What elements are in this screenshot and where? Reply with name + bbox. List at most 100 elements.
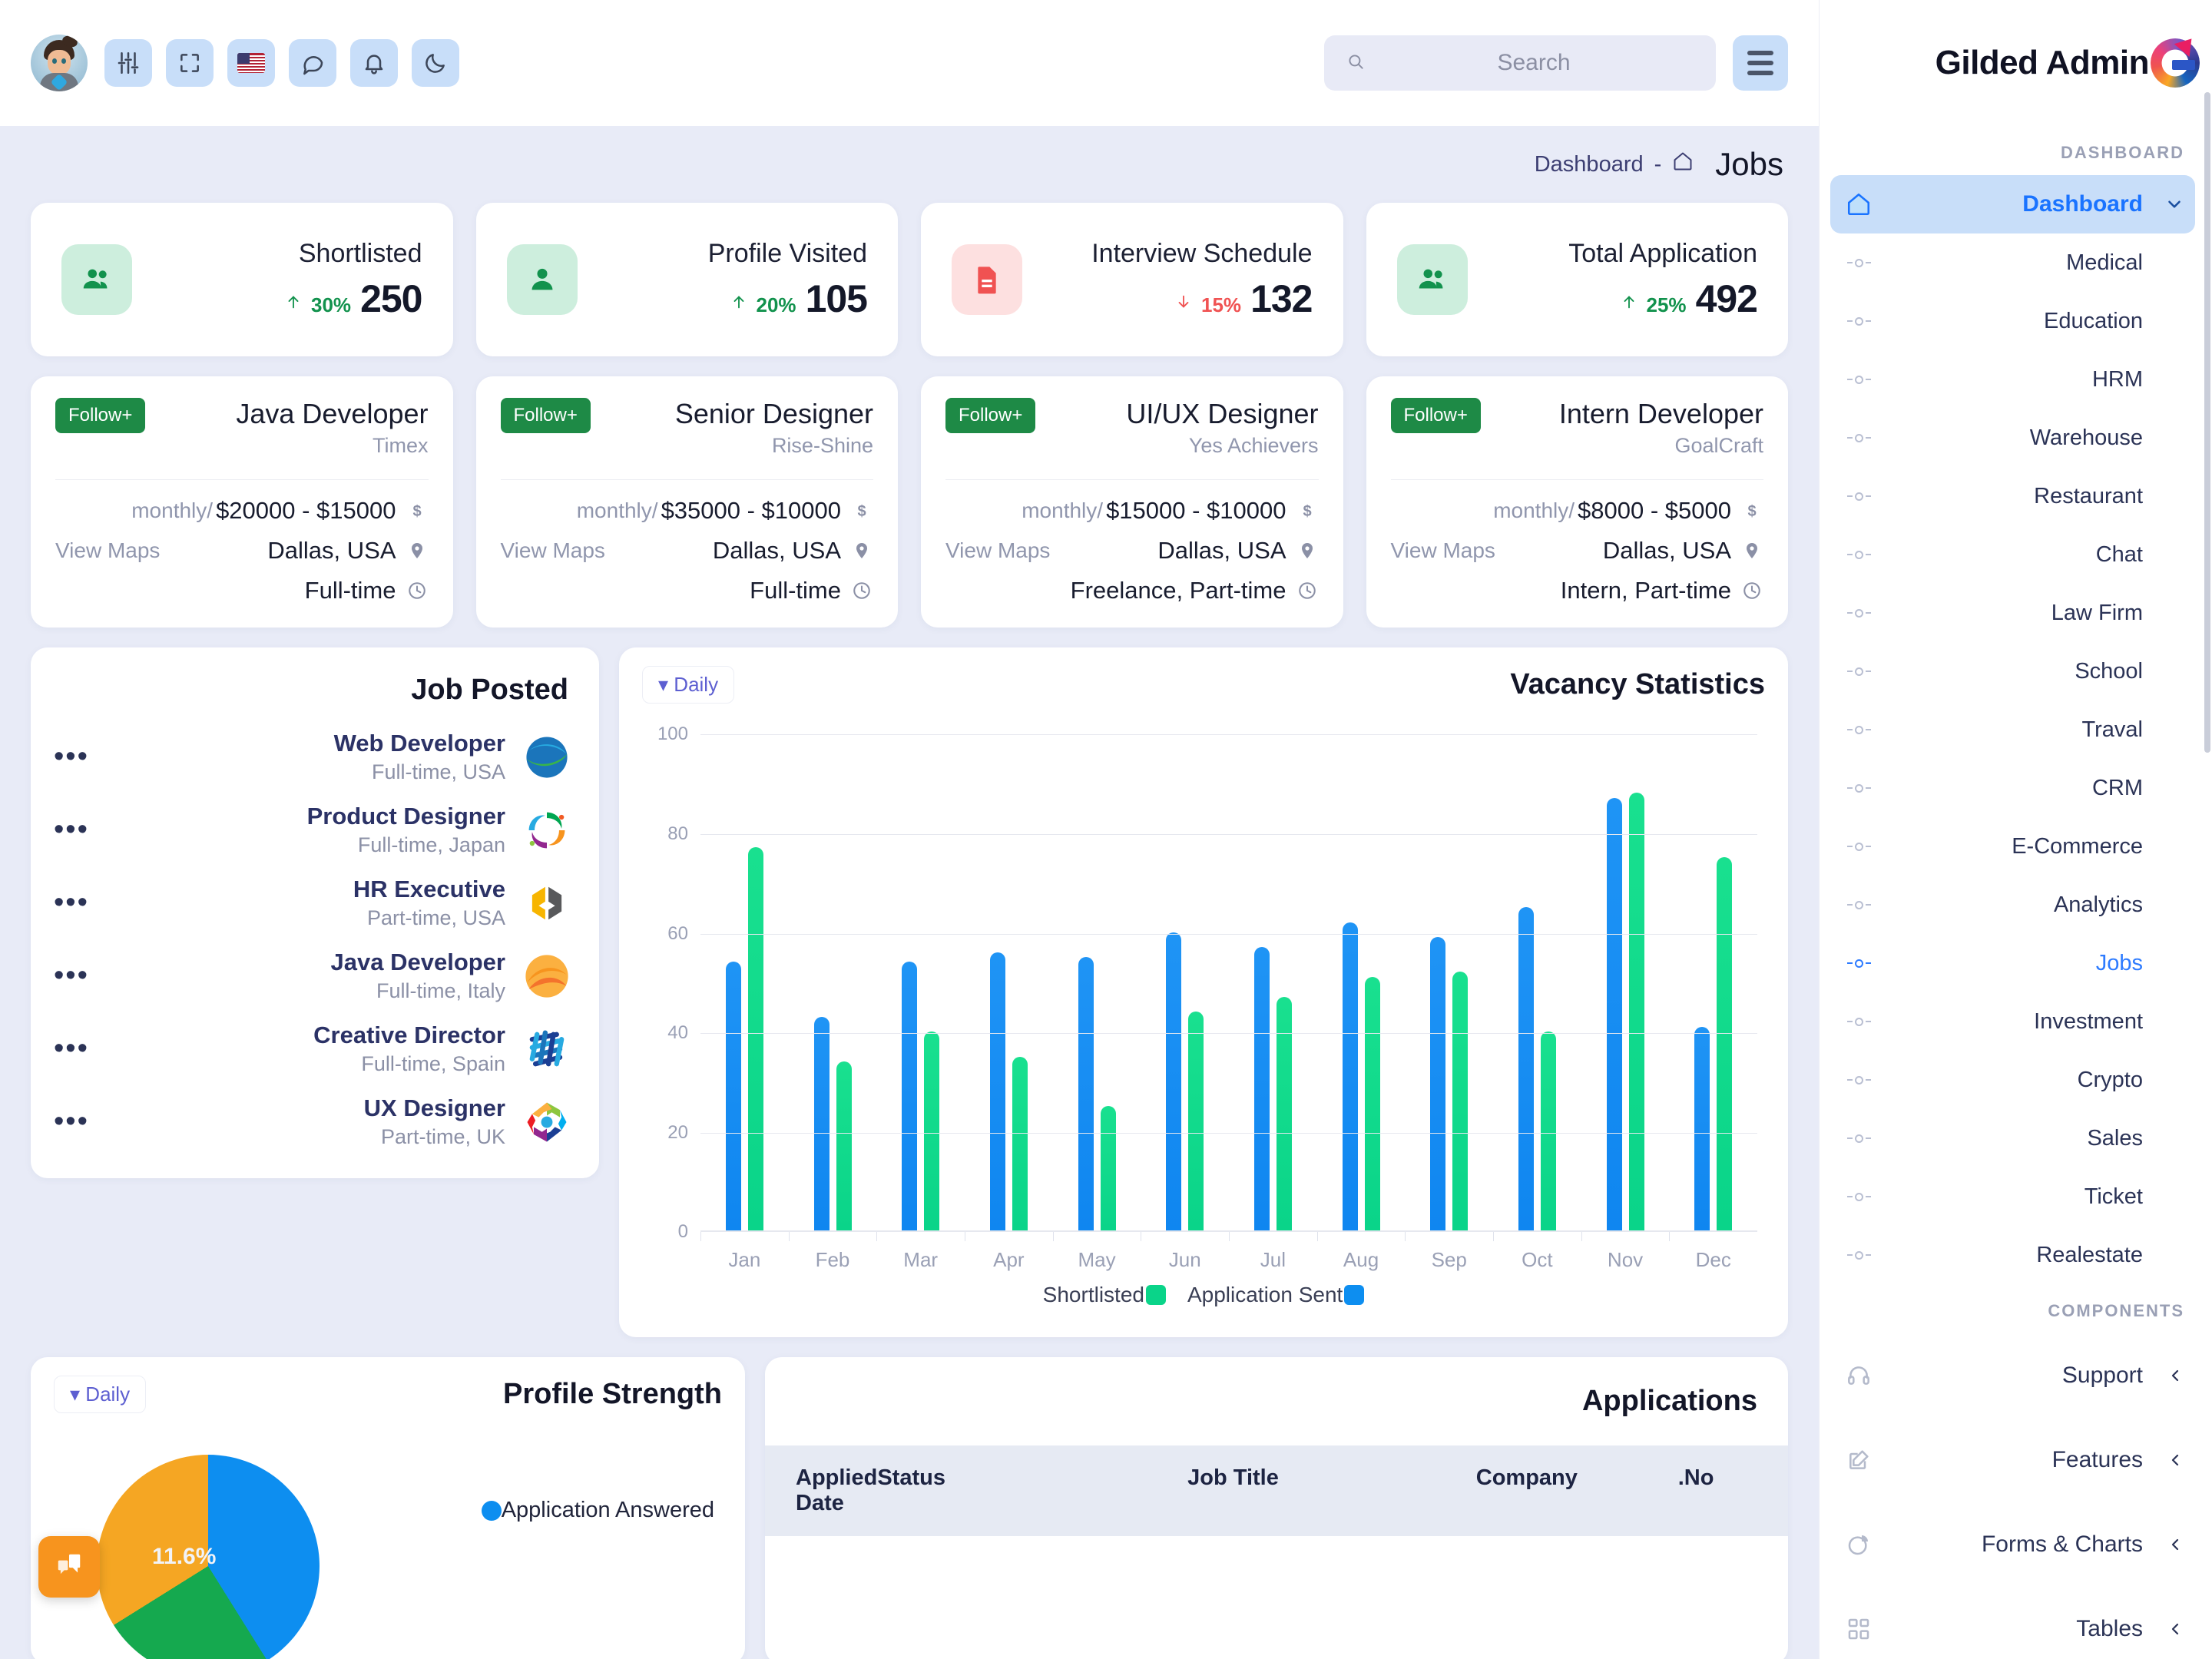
hamburger-icon-button[interactable]	[1733, 35, 1788, 91]
view-maps-link[interactable]: View Maps	[501, 538, 605, 563]
follow-button[interactable]: Follow+	[55, 398, 146, 433]
vacancy-period-filter[interactable]: ▾ Daily	[642, 666, 735, 704]
job-posted-item[interactable]: ••• Java Developer Full-time, Italy	[54, 939, 573, 1012]
bar-application-sent[interactable]	[1253, 947, 1270, 1231]
bar-application-sent[interactable]	[1078, 957, 1094, 1231]
bar-application-sent[interactable]	[1694, 1026, 1710, 1231]
sidebar-item-dashboard[interactable]: Dashboard	[1830, 175, 2195, 233]
job-card-ui-ux-designer[interactable]: Follow+ UI/UX Designer Yes Achievers monthl…	[921, 376, 1343, 628]
sidebar-item-chat[interactable]: Chat	[1820, 525, 2212, 584]
item-menu-button[interactable]: •••	[54, 1107, 89, 1136]
stat-card-total-application[interactable]: Total Application 25% 492	[1366, 203, 1788, 356]
avatar[interactable]	[31, 35, 88, 91]
sidebar-item-education[interactable]: Education	[1820, 292, 2212, 350]
view-maps-link[interactable]: View Maps	[1391, 538, 1495, 563]
view-maps-link[interactable]: View Maps	[945, 538, 1050, 563]
breadcrumb-link-dashboard[interactable]: Dashboard	[1535, 152, 1644, 177]
bar-shortlisted[interactable]	[1452, 972, 1469, 1231]
item-menu-button[interactable]: •••	[54, 1034, 89, 1063]
column-header[interactable]: Status	[877, 1465, 1187, 1516]
job-posted-item[interactable]: ••• UX Designer Part-time, UK	[54, 1085, 573, 1158]
sidebar-item-crm[interactable]: CRM	[1820, 759, 2212, 817]
sidebar-item-realestate[interactable]: Realestate	[1820, 1226, 2212, 1284]
sidebar-item-ticket[interactable]: Ticket	[1820, 1167, 2212, 1226]
brand-logo[interactable]: Gilded Admin	[1820, 0, 2212, 126]
bar-shortlisted[interactable]	[924, 1031, 940, 1231]
bar-application-sent[interactable]	[1518, 907, 1534, 1231]
sidebar-item-law-firm[interactable]: Law Firm	[1820, 584, 2212, 642]
bar-application-sent[interactable]	[1606, 797, 1622, 1231]
sidebar-scrollbar[interactable]	[2204, 92, 2210, 753]
legend-item[interactable]: Shortlisted	[1043, 1283, 1166, 1307]
search-box[interactable]	[1324, 35, 1716, 91]
sidebar-item-support[interactable]: Support	[1820, 1333, 2212, 1418]
follow-button[interactable]: Follow+	[500, 398, 591, 433]
fullscreen-icon-button[interactable]	[166, 39, 214, 87]
sidebar-item-features[interactable]: Features	[1820, 1418, 2212, 1502]
follow-button[interactable]: Follow+	[945, 398, 1036, 433]
home-icon[interactable]	[1672, 151, 1694, 178]
view-maps-link[interactable]: View Maps	[55, 538, 160, 563]
bar-application-sent[interactable]	[1166, 932, 1182, 1231]
job-card-java-developer[interactable]: Follow+ Java Developer Timex monthly/$20000…	[31, 376, 453, 628]
sliders-icon-button[interactable]	[104, 39, 152, 87]
moon-icon-button[interactable]	[412, 39, 459, 87]
bar-application-sent[interactable]	[902, 962, 918, 1231]
job-posted-item[interactable]: ••• Product Designer Full-time, Japan	[54, 793, 573, 866]
search-input[interactable]	[1373, 50, 1694, 76]
bar-application-sent[interactable]	[1342, 922, 1358, 1231]
bar-application-sent[interactable]	[813, 1016, 830, 1231]
bar-shortlisted[interactable]	[1540, 1031, 1556, 1231]
column-header[interactable]: Job Title	[1187, 1465, 1476, 1516]
job-posted-item[interactable]: ••• HR Executive Part-time, USA	[54, 866, 573, 939]
job-card-intern-developer[interactable]: Follow+ Intern Developer GoalCraft monthly/…	[1366, 376, 1788, 628]
sidebar-item-forms-charts[interactable]: Forms & Charts	[1820, 1502, 2212, 1587]
item-menu-button[interactable]: •••	[54, 961, 89, 990]
sidebar-item-traval[interactable]: Traval	[1820, 700, 2212, 759]
sidebar-item-sales[interactable]: Sales	[1820, 1109, 2212, 1167]
profile-period-filter[interactable]: ▾ Daily	[54, 1376, 147, 1414]
job-posted-item[interactable]: ••• Web Developer Full-time, USA	[54, 720, 573, 793]
bar-shortlisted[interactable]	[1012, 1056, 1028, 1231]
item-menu-button[interactable]: •••	[54, 742, 89, 771]
job-card-senior-designer[interactable]: Follow+ Senior Designer Rise-Shine monthly/…	[475, 376, 898, 628]
sidebar-item-medical[interactable]: Medical	[1820, 233, 2212, 292]
stat-card-profile-visited[interactable]: Profile Visited 20% 105	[475, 203, 898, 356]
column-header[interactable]: Applied Date	[796, 1465, 877, 1516]
breadcrumb[interactable]: Dashboard -	[1535, 151, 1694, 178]
chat-icon-button[interactable]	[289, 39, 336, 87]
bar-shortlisted[interactable]	[1628, 793, 1644, 1231]
sidebar-item-school[interactable]: School	[1820, 642, 2212, 700]
bar-shortlisted[interactable]	[1100, 1106, 1116, 1231]
item-menu-button[interactable]: •••	[54, 888, 89, 917]
sidebar-item-warehouse[interactable]: Warehouse	[1820, 409, 2212, 467]
column-header[interactable]: Company	[1476, 1465, 1678, 1516]
stat-card-interview-schedule[interactable]: Interview Schedule 15% 132	[921, 203, 1343, 356]
sidebar-item-analytics[interactable]: Analytics	[1820, 876, 2212, 934]
bar-shortlisted[interactable]	[1717, 857, 1733, 1231]
sidebar-item-jobs[interactable]: Jobs	[1820, 934, 2212, 992]
sidebar-item-investment[interactable]: Investment	[1820, 992, 2212, 1051]
legend-item[interactable]: Application Sent	[1187, 1283, 1365, 1307]
sidebar-item-e-commerce[interactable]: E-Commerce	[1820, 817, 2212, 876]
bar-application-sent[interactable]	[989, 952, 1005, 1231]
stat-card-shortlisted[interactable]: Shortlisted 30% 250	[31, 203, 453, 356]
sidebar-item-restaurant[interactable]: Restaurant	[1820, 467, 2212, 525]
bar-shortlisted[interactable]	[1364, 976, 1380, 1231]
us-flag-icon-button[interactable]	[227, 39, 275, 87]
bar-shortlisted[interactable]	[1276, 996, 1292, 1231]
bar-application-sent[interactable]	[725, 962, 741, 1231]
bar-application-sent[interactable]	[1430, 937, 1446, 1231]
bar-shortlisted[interactable]	[747, 847, 763, 1231]
item-menu-button[interactable]: •••	[54, 815, 89, 844]
chat-bubble-fab[interactable]	[38, 1536, 100, 1598]
bar-shortlisted[interactable]	[836, 1061, 852, 1231]
follow-button[interactable]: Follow+	[1390, 398, 1481, 433]
column-header[interactable]: .No	[1678, 1465, 1757, 1516]
sidebar-item-hrm[interactable]: HRM	[1820, 350, 2212, 409]
sidebar-item-tables[interactable]: Tables	[1820, 1587, 2212, 1659]
sidebar-item-crypto[interactable]: Crypto	[1820, 1051, 2212, 1109]
bell-icon-button[interactable]	[350, 39, 398, 87]
bar-shortlisted[interactable]	[1188, 1012, 1204, 1231]
job-posted-item[interactable]: ••• Creative Director Full-time, Spain	[54, 1012, 573, 1085]
